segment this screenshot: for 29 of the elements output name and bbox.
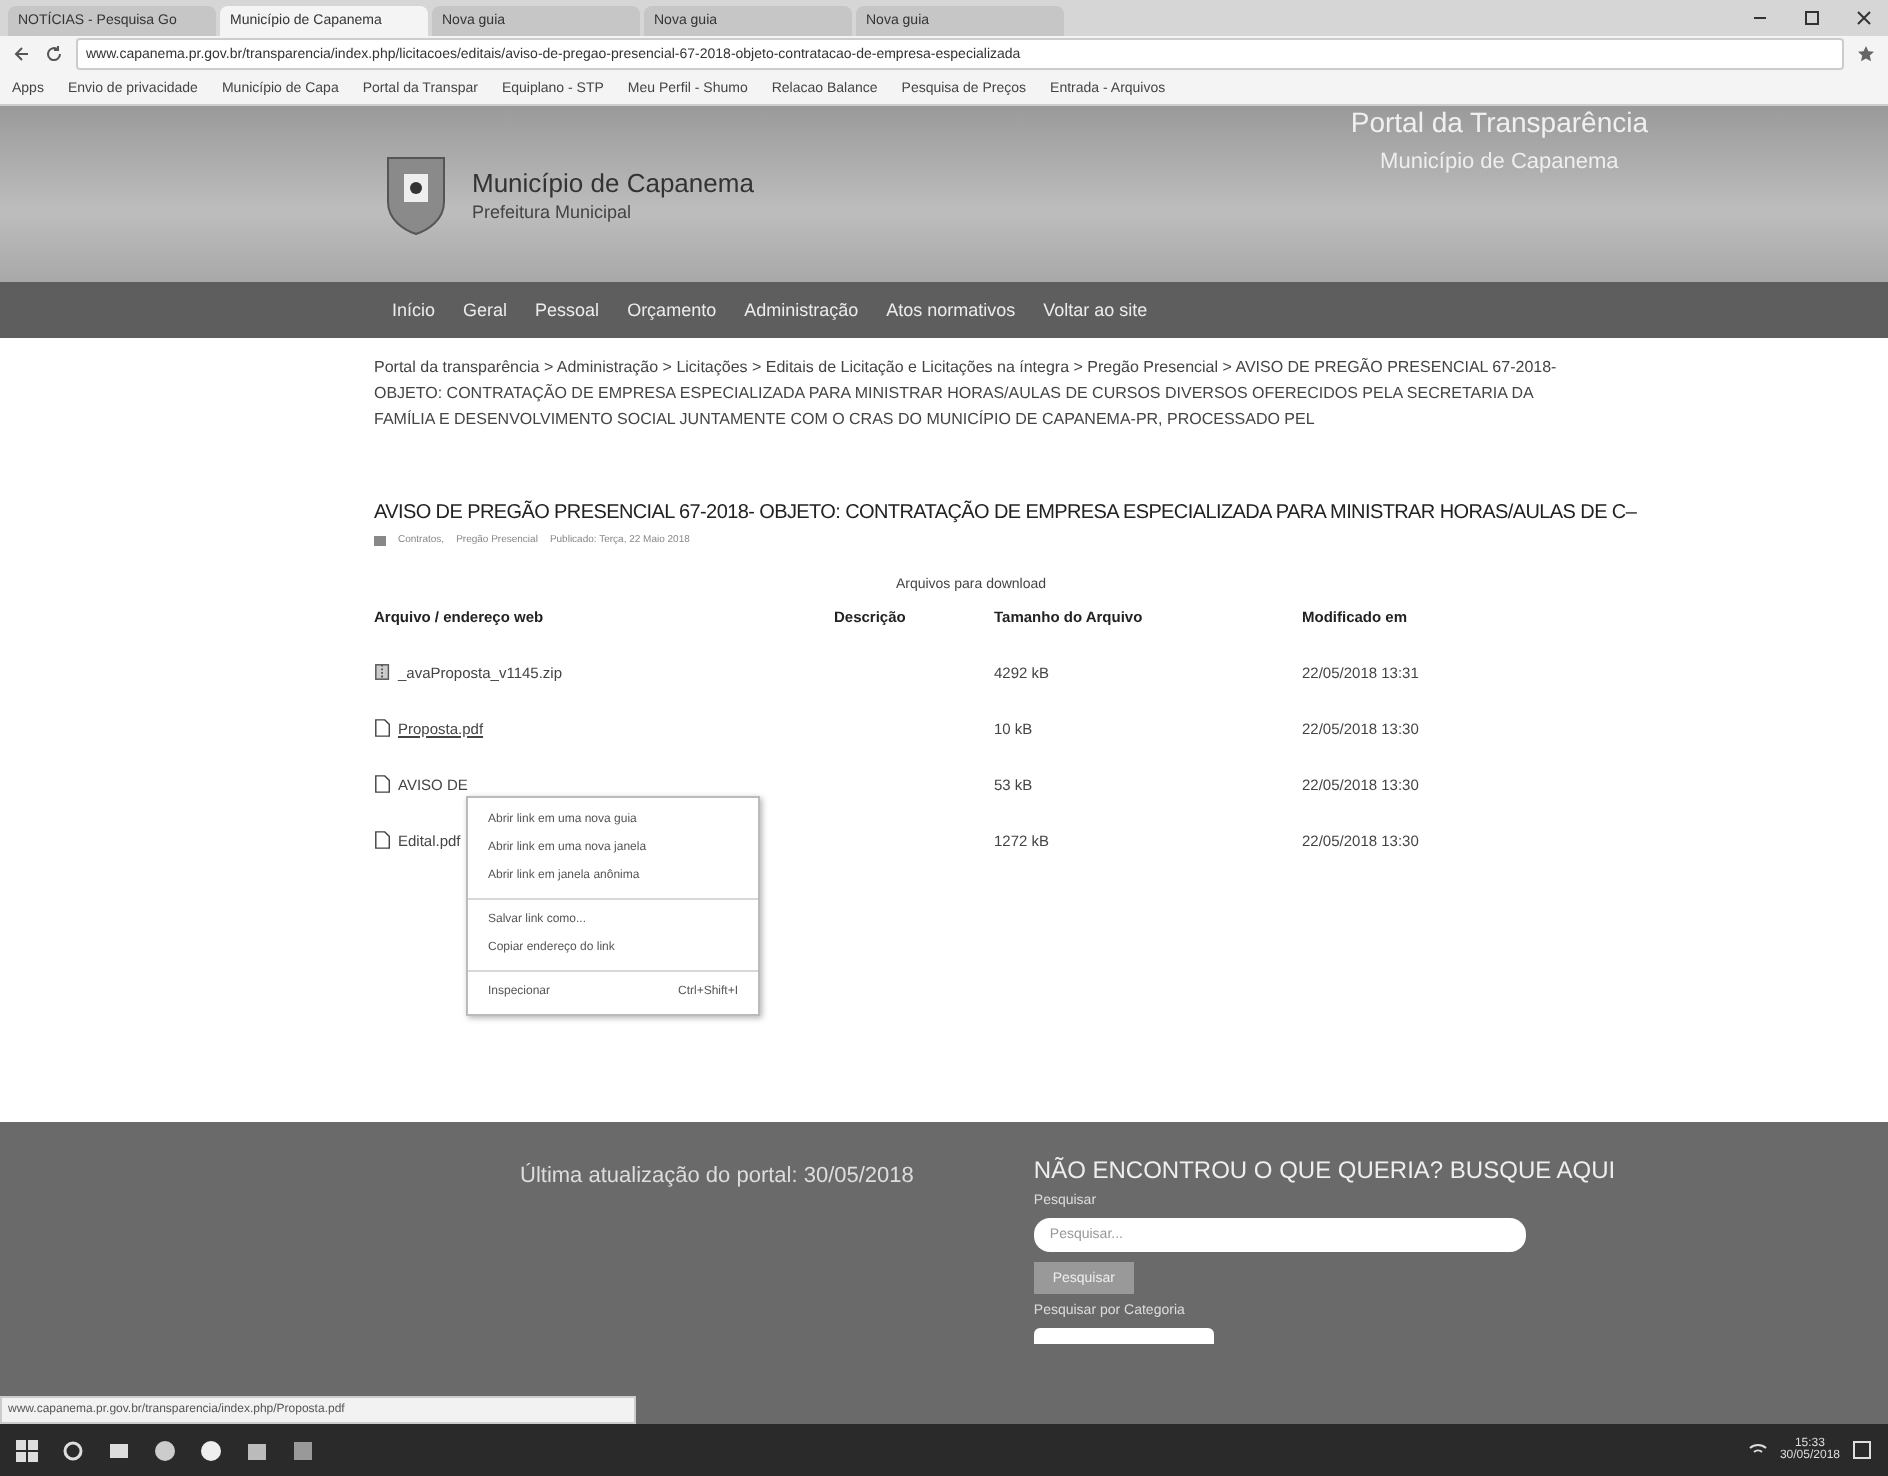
nav-link[interactable]: Início xyxy=(392,300,436,320)
circle-icon xyxy=(62,1439,84,1461)
nav-link[interactable]: Orçamento xyxy=(627,300,717,320)
search-heading: NÃO ENCONTROU O QUE QUERIA? BUSQUE AQUI xyxy=(1033,1156,1616,1184)
star-icon xyxy=(1856,44,1876,64)
document-icon xyxy=(374,718,392,738)
nav-link[interactable]: Administração xyxy=(744,300,859,320)
document-icon xyxy=(374,774,392,794)
window-icon xyxy=(108,1439,130,1461)
nav-link[interactable]: Pessoal xyxy=(535,300,600,320)
close-icon xyxy=(1856,10,1872,26)
nav-link[interactable]: Geral xyxy=(463,300,508,320)
nav-link[interactable]: Voltar ao site xyxy=(1043,300,1148,320)
site-subtitle: Prefeitura Municipal xyxy=(472,201,634,221)
back-icon xyxy=(12,44,32,64)
maximize-icon xyxy=(1804,10,1820,26)
last-update-text: Última atualização do portal: 30/05/2018 xyxy=(520,1161,914,1192)
archive-icon xyxy=(374,662,392,682)
portal-subtitle: Município de Capanema xyxy=(1380,150,1619,174)
document-icon xyxy=(374,830,392,850)
article-title: AVISO DE PREGÃO PRESENCIAL 67-2018- OBJETO: CONTRATAÇÃO DE EMPRESA ESPECIALIZADA PARA MINISTRAR HORAS/AULAS DE C– xyxy=(374,500,1639,528)
site-title: Município de Capanema xyxy=(472,167,754,197)
portal-title: Portal da Transparência xyxy=(1350,106,1648,138)
reload-icon xyxy=(44,44,64,64)
notification-icon xyxy=(1852,1440,1872,1460)
nav-link[interactable]: Atos normativos xyxy=(886,300,1016,320)
category-field[interactable] xyxy=(1033,1328,1214,1344)
breadcrumb: Portal da transparência > Administração > Licitações > Editais de Licitação e Licitações na íntegra > Pregão Presencial > AVISO DE PREGÃO PRESENCIAL 67-2018- OBJETO: CONTRATAÇÃO DE EMPRESA ESPECIALIZADA PARA MINISTRAR HORAS/AULAS DE CURSOS DIVERSOS OFERECIDOS PELA SECRETARIA DA FAMÍLIA E DESENVOLVIMENTO SOCIAL JUNTAMENTE COM O CRAS DO MUNICÍPIO DE CAPANEMA-PR, PROCESSADO PEL xyxy=(374,356,1559,432)
windows-icon xyxy=(16,1439,38,1461)
